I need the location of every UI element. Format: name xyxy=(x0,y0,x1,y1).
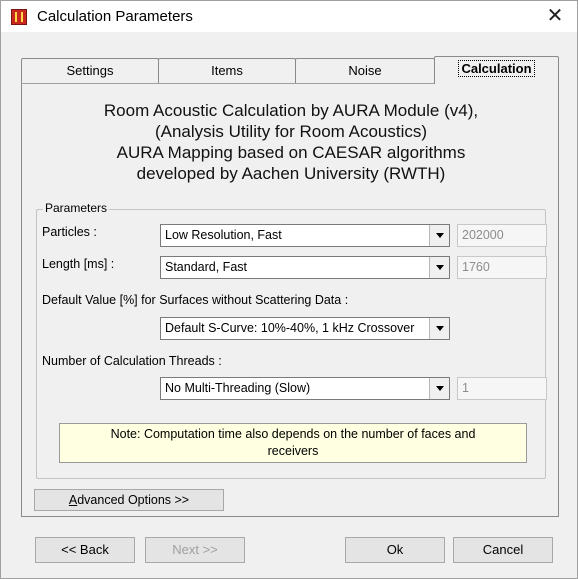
particles-label: Particles : xyxy=(42,225,97,239)
ok-button[interactable]: Ok xyxy=(345,537,445,563)
tab-calculation[interactable]: Calculation xyxy=(434,56,559,84)
chevron-down-icon[interactable] xyxy=(429,378,449,399)
parameters-group: Parameters Particles : Low Resolution, F… xyxy=(36,201,547,479)
dialog-window: Calculation Parameters ✕ Settings Items … xyxy=(0,0,578,579)
tab-noise[interactable]: Noise xyxy=(295,58,435,84)
back-button[interactable]: << Back xyxy=(35,537,135,563)
tab-strip: Settings Items Noise Calculation xyxy=(21,56,559,84)
note-line-1: Note: Computation time also depends on t… xyxy=(110,427,476,441)
scattering-select-value: Default S-Curve: 10%-40%, 1 kHz Crossove… xyxy=(165,321,415,335)
intro-line-4: developed by Aachen University (RWTH) xyxy=(136,164,446,183)
advanced-accelerator: A xyxy=(68,493,78,507)
threads-label: Number of Calculation Threads : xyxy=(42,354,222,368)
length-count-field: 1760 xyxy=(457,256,547,279)
length-select-value: Standard, Fast xyxy=(165,260,247,274)
intro-line-1: Room Acoustic Calculation by AURA Module… xyxy=(103,101,479,120)
computation-note: Note: Computation time also depends on t… xyxy=(59,423,527,463)
window-title: Calculation Parameters xyxy=(37,8,193,25)
particles-select[interactable]: Low Resolution, Fast xyxy=(160,224,450,247)
note-line-2: receivers xyxy=(267,444,319,458)
title-bar: Calculation Parameters ✕ xyxy=(1,1,577,32)
next-button[interactable]: Next >> xyxy=(145,537,245,563)
threads-select[interactable]: No Multi-Threading (Slow) xyxy=(160,377,450,400)
length-label: Length [ms] : xyxy=(42,257,115,271)
intro-line-3: AURA Mapping based on CAESAR algorithms xyxy=(116,143,466,162)
tab-items[interactable]: Items xyxy=(158,58,296,84)
length-select[interactable]: Standard, Fast xyxy=(160,256,450,279)
threads-count-field: 1 xyxy=(457,377,547,400)
cancel-button[interactable]: Cancel xyxy=(453,537,553,563)
parameters-group-title: Parameters xyxy=(43,201,110,215)
chevron-down-icon[interactable] xyxy=(429,318,449,339)
app-icon xyxy=(11,9,27,25)
tab-settings[interactable]: Settings xyxy=(21,58,159,84)
chevron-down-icon[interactable] xyxy=(429,225,449,246)
advanced-label: dvanced Options >> xyxy=(77,493,190,507)
calculation-panel: Room Acoustic Calculation by AURA Module… xyxy=(21,83,559,517)
intro-line-2: (Analysis Utility for Room Acoustics) xyxy=(154,122,428,141)
intro-text: Room Acoustic Calculation by AURA Module… xyxy=(22,100,560,184)
threads-select-value: No Multi-Threading (Slow) xyxy=(165,381,311,395)
advanced-options-button[interactable]: Advanced Options >> xyxy=(34,489,224,511)
scattering-select[interactable]: Default S-Curve: 10%-40%, 1 kHz Crossove… xyxy=(160,317,450,340)
chevron-down-icon[interactable] xyxy=(429,257,449,278)
particles-select-value: Low Resolution, Fast xyxy=(165,228,282,242)
particles-count-field: 202000 xyxy=(457,224,547,247)
scattering-label: Default Value [%] for Surfaces without S… xyxy=(42,293,349,307)
close-button[interactable]: ✕ xyxy=(535,1,575,32)
